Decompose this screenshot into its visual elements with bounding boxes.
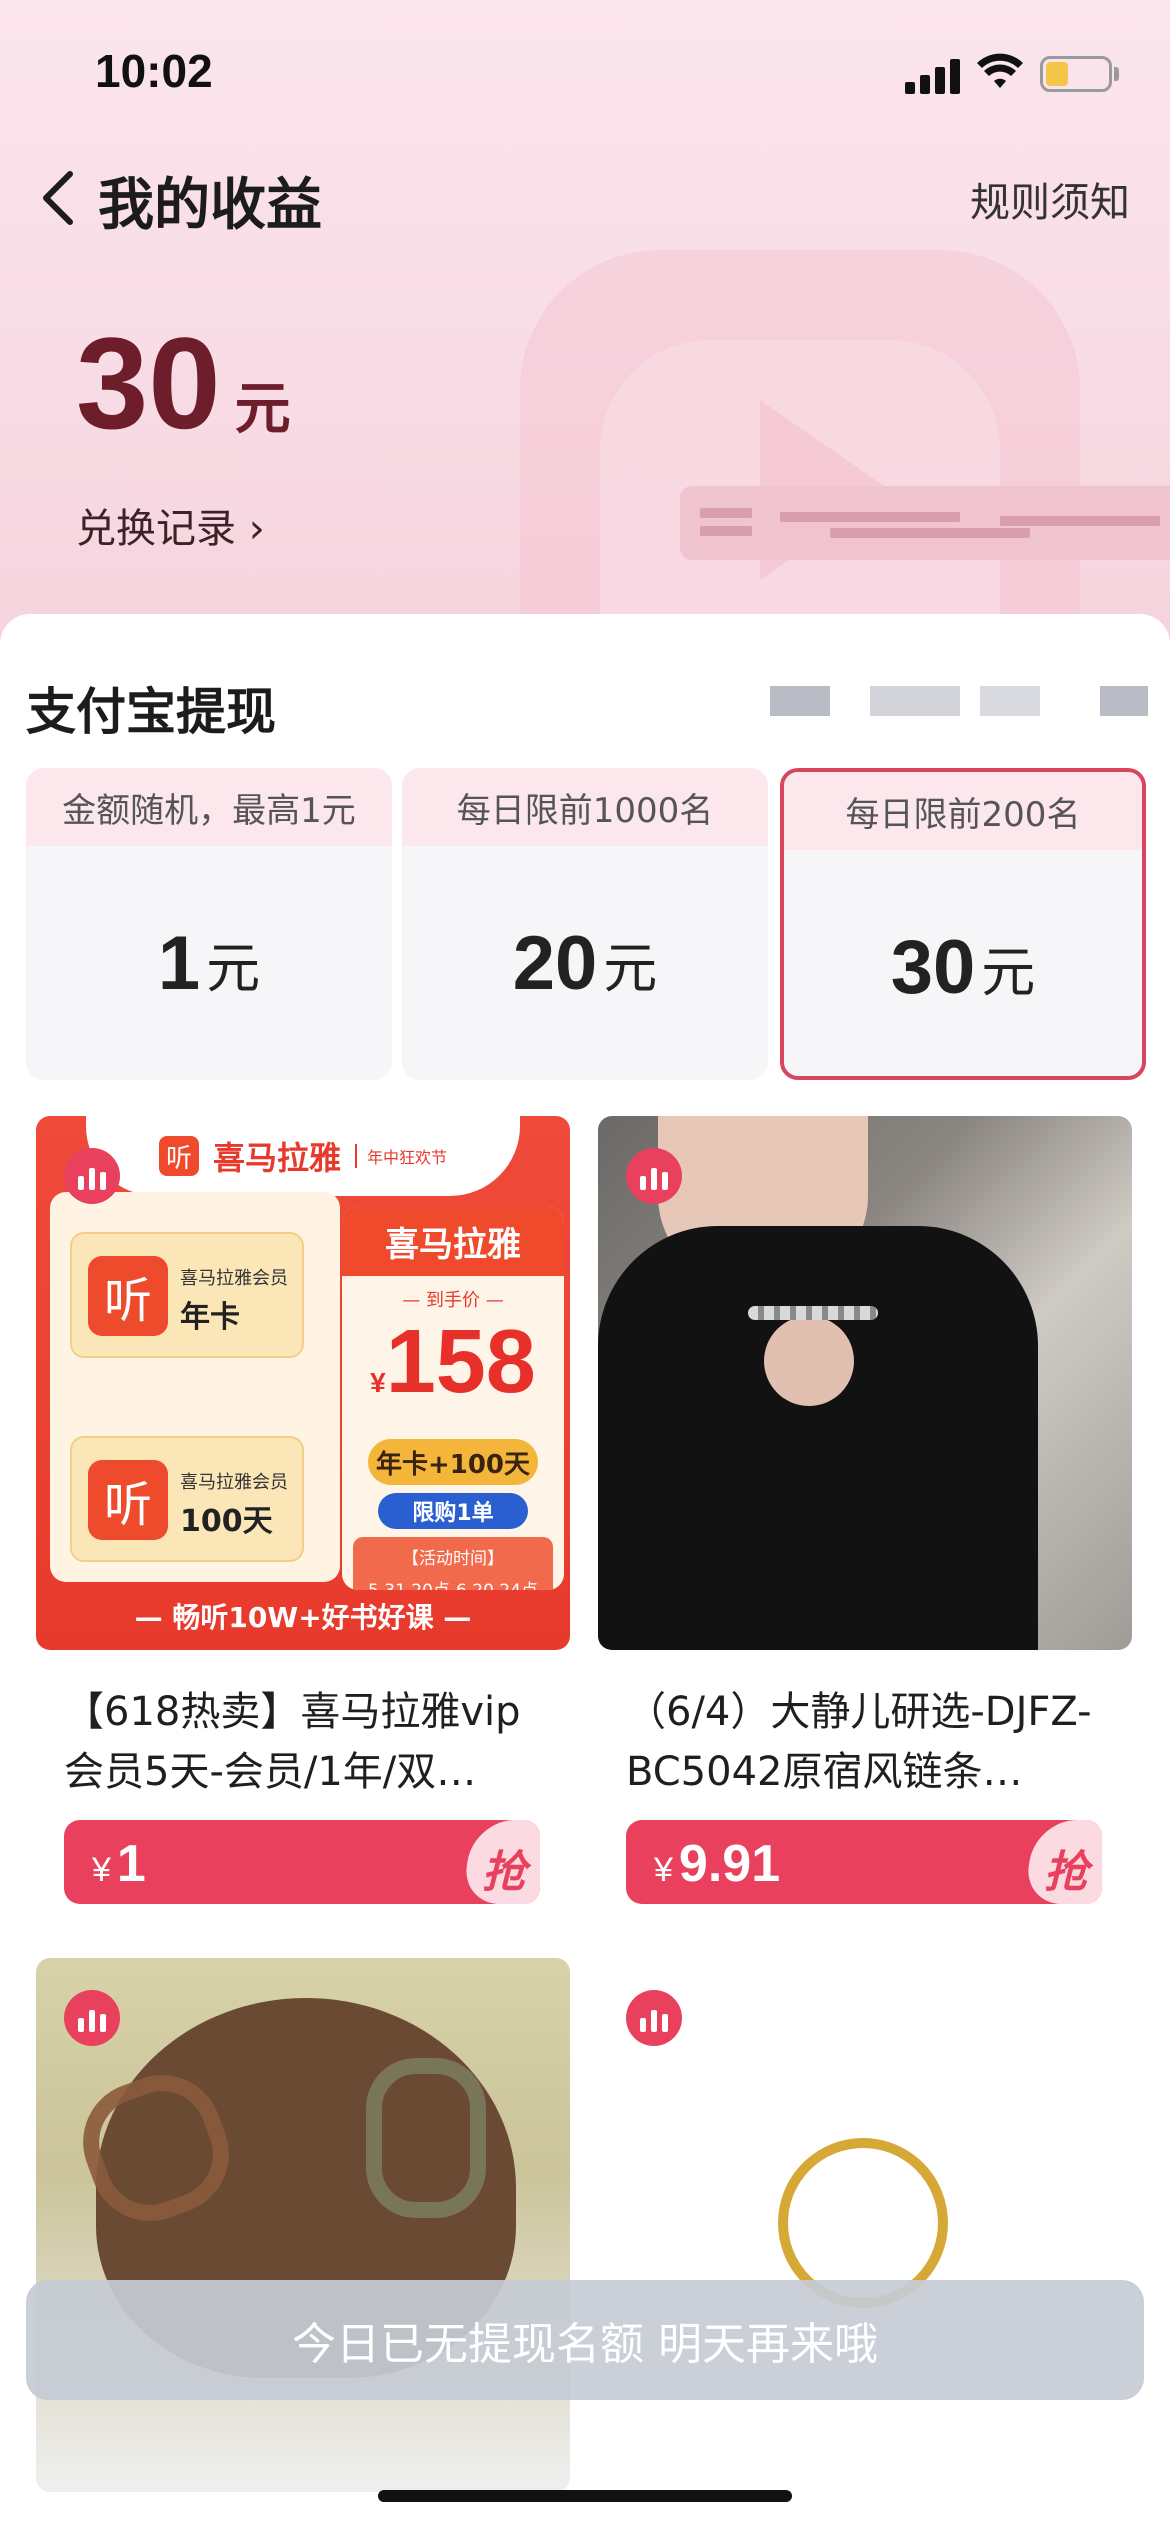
battery-icon bbox=[1040, 56, 1112, 92]
option-unit: 元 bbox=[206, 936, 261, 1000]
ad-limit-pill: 限购1单 bbox=[378, 1493, 528, 1529]
option-condition: 每日限前1000名 bbox=[402, 768, 768, 846]
toast-message: 今日已无提现名额 明天再来哦 bbox=[26, 2280, 1144, 2400]
ad-bundle-label: 喜马拉雅会员 bbox=[180, 1472, 288, 1493]
cutout-shape bbox=[764, 1316, 854, 1406]
product-image-ximalaya-ad[interactable]: 听 喜马拉雅 年中狂欢节 听 喜马拉雅会员 年卡 + 赠 听 喜马拉雅会员 10… bbox=[36, 1116, 570, 1650]
ad-brand: 喜马拉雅 bbox=[212, 1139, 341, 1177]
ad-bundle-panel: 听 喜马拉雅会员 年卡 + 赠 听 喜马拉雅会员 100天 bbox=[50, 1192, 340, 1582]
ximalaya-app-icon: 听 bbox=[88, 1256, 168, 1336]
ad-bundle-duration: 年卡 bbox=[180, 1300, 240, 1335]
ad-price-panel: 喜马拉雅 — 到手价 — ¥158 年卡+100天 限购1单 【活动时间】 5.… bbox=[342, 1206, 564, 1590]
product-image-ring[interactable] bbox=[598, 1958, 1132, 2492]
ad-bundle-label: 喜马拉雅会员 bbox=[180, 1268, 288, 1289]
buy-button[interactable]: ¥9.91 抢 bbox=[626, 1820, 1102, 1904]
product-title[interactable]: （6/4）大静儿研选-DJFZ-BC5042原宿风链条… bbox=[626, 1682, 1116, 1802]
withdraw-option-1[interactable]: 金额随机，最高1元 1元 bbox=[26, 768, 392, 1080]
blurred-section-info bbox=[770, 686, 1148, 716]
balance-unit: 元 bbox=[234, 377, 291, 442]
battery-tip bbox=[1114, 67, 1119, 81]
ad-price-label: — 到手价 — bbox=[402, 1290, 504, 1311]
blurred-info-strip bbox=[680, 486, 1170, 560]
page-title: 我的收益 bbox=[98, 173, 322, 238]
ad-bundle-item: 听 喜马拉雅会员 100天 bbox=[70, 1436, 304, 1562]
option-value: 1 bbox=[157, 920, 201, 1006]
ximalaya-logo-icon: 听 bbox=[158, 1136, 199, 1176]
wifi-icon bbox=[977, 53, 1023, 88]
product-price: ¥1 bbox=[92, 1835, 146, 1893]
product-image-hair-clip[interactable] bbox=[36, 1958, 570, 2492]
exchange-history-link[interactable]: 兑换记录 › bbox=[76, 496, 265, 554]
buy-button[interactable]: ¥1 抢 bbox=[64, 1820, 540, 1904]
option-value: 20 bbox=[512, 920, 598, 1006]
option-unit: 元 bbox=[603, 936, 658, 1000]
ad-offer-pill: 年卡+100天 bbox=[368, 1439, 538, 1485]
hot-rank-icon bbox=[626, 1990, 682, 2046]
balance-amount: 30 bbox=[76, 310, 221, 456]
withdraw-option-2[interactable]: 每日限前1000名 20 元 bbox=[402, 768, 768, 1080]
home-indicator[interactable] bbox=[378, 2490, 792, 2502]
ximalaya-app-icon: 听 bbox=[88, 1460, 168, 1540]
ad-campaign: 年中狂欢节 bbox=[355, 1144, 447, 1168]
option-unit: 元 bbox=[981, 940, 1036, 1004]
black-top-shape bbox=[598, 1226, 1038, 1650]
option-value: 30 bbox=[890, 924, 976, 1010]
back-arrow-icon[interactable] bbox=[38, 168, 78, 228]
withdraw-option-3[interactable]: 每日限前200名 30 元 bbox=[780, 768, 1146, 1080]
grab-label: 抢 bbox=[1044, 1847, 1088, 1898]
chain-detail bbox=[748, 1306, 878, 1320]
option-condition: 每日限前200名 bbox=[784, 772, 1142, 850]
ad-activity-time: 【活动时间】 5.31 20点-6.20 24点 bbox=[353, 1537, 553, 1590]
ad-header: 听 喜马拉雅 年中狂欢节 bbox=[86, 1116, 520, 1196]
option-amount: 30 元 bbox=[784, 850, 1142, 1076]
ad-price-title: 喜马拉雅 bbox=[342, 1206, 564, 1276]
product-image-black-top[interactable] bbox=[598, 1116, 1132, 1650]
green-clip-shape bbox=[366, 2058, 486, 2218]
withdraw-section-title: 支付宝提现 bbox=[26, 683, 276, 741]
ad-bundle-item: 听 喜马拉雅会员 年卡 bbox=[70, 1232, 304, 1358]
ad-price-value: 158 bbox=[385, 1312, 536, 1412]
option-amount: 1元 bbox=[26, 846, 392, 1080]
grab-label: 抢 bbox=[482, 1847, 526, 1898]
option-condition: 金额随机，最高1元 bbox=[26, 768, 392, 846]
hot-rank-icon bbox=[64, 1148, 120, 1204]
option-amount: 20 元 bbox=[402, 846, 768, 1080]
status-time: 10:02 bbox=[95, 45, 213, 97]
rules-link[interactable]: 规则须知 bbox=[970, 170, 1130, 228]
ad-price: ¥158 bbox=[370, 1312, 536, 1412]
product-price: ¥9.91 bbox=[654, 1835, 781, 1893]
product-title[interactable]: 【618热卖】喜马拉雅vip会员5天-会员/1年/双… bbox=[64, 1682, 554, 1802]
cellular-signal-icon bbox=[905, 58, 961, 94]
status-bar: 10:02 bbox=[0, 0, 1170, 140]
ad-activity-title: 【活动时间】 bbox=[402, 1549, 504, 1569]
ad-footer: — 畅听10W+好书好课 — bbox=[134, 1601, 472, 1634]
ad-activity-range: 5.31 20点-6.20 24点 bbox=[353, 1575, 553, 1590]
hot-rank-icon bbox=[64, 1990, 120, 2046]
ad-bundle-duration: 100天 bbox=[180, 1504, 273, 1539]
hot-rank-icon bbox=[626, 1148, 682, 1204]
balance-display: 30 元 bbox=[76, 318, 291, 448]
